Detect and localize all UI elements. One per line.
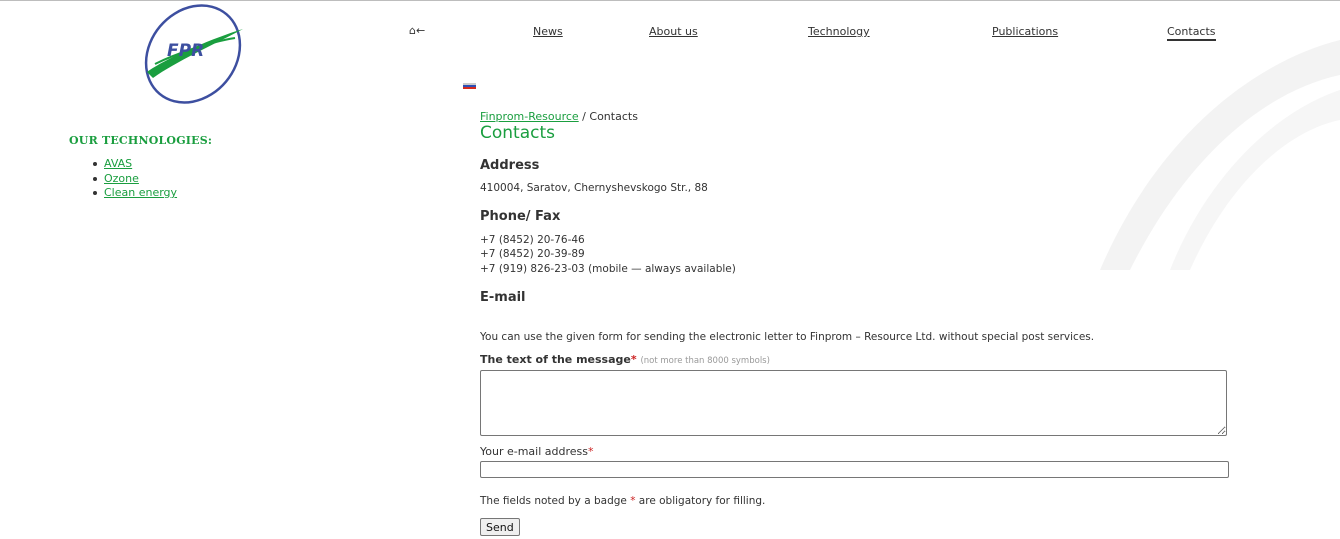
phone-line-3: +7 (919) 826-23-03 (mobile — always avai… (480, 263, 736, 275)
tech-link-ozone[interactable]: Ozone (104, 172, 139, 185)
breadcrumb: Finprom-Resource / Contacts (480, 110, 638, 123)
tech-link-avas[interactable]: AVAS (104, 157, 132, 170)
list-item: Clean energy (90, 186, 177, 201)
breadcrumb-current: Contacts (589, 110, 638, 123)
nav-publications[interactable]: Publications (992, 25, 1058, 38)
required-note: The fields noted by a badge * are obliga… (480, 494, 765, 509)
home-icon[interactable]: ⌂← (409, 24, 425, 37)
message-textarea[interactable] (480, 370, 1227, 436)
required-note-before: The fields noted by a badge (480, 495, 631, 507)
fpr-logo-icon: FPR (144, 4, 243, 104)
nav-news[interactable]: News (533, 25, 563, 38)
required-mark: * (588, 445, 594, 458)
required-note-after: are obligatory for filling. (635, 495, 766, 507)
address-heading: Address (480, 158, 540, 173)
background-swoosh (1100, 40, 1340, 270)
phone-heading: Phone/ Fax (480, 209, 561, 224)
russian-flag-icon[interactable] (463, 83, 476, 89)
phone-line-1: +7 (8452) 20-76-46 (480, 234, 585, 246)
list-item: Ozone (90, 172, 177, 187)
site-logo[interactable]: FPR (135, 4, 250, 104)
top-border (0, 0, 1340, 1)
email-input[interactable] (480, 461, 1229, 478)
breadcrumb-separator: / (578, 110, 590, 123)
form-intro: You can use the given form for sending t… (480, 331, 1095, 343)
required-mark: * (630, 353, 637, 366)
email-heading: E-mail (480, 290, 526, 305)
breadcrumb-home-link[interactable]: Finprom-Resource (480, 110, 579, 123)
nav-technology[interactable]: Technology (808, 25, 870, 38)
message-hint: (not more than 8000 symbols) (640, 356, 770, 366)
message-label-text: The text of the message (480, 353, 631, 366)
sidebar-title: OUR TECHNOLOGIES: (69, 134, 213, 147)
technologies-list: AVAS Ozone Clean energy (90, 157, 177, 201)
email-label: Your e-mail address* (480, 445, 594, 458)
tech-link-clean-energy[interactable]: Clean energy (104, 186, 177, 199)
page-title: Contacts (480, 123, 555, 143)
nav-about-us[interactable]: About us (649, 25, 698, 38)
phone-line-2: +7 (8452) 20-39-89 (480, 248, 585, 260)
logo-text: FPR (167, 41, 204, 61)
email-label-text: Your e-mail address (480, 445, 588, 458)
address-text: 410004, Saratov, Chernyshevskogo Str., 8… (480, 182, 708, 194)
list-item: AVAS (90, 157, 177, 172)
message-label: The text of the message* (not more than … (480, 353, 770, 366)
send-button[interactable]: Send (480, 518, 520, 536)
nav-contacts[interactable]: Contacts (1167, 25, 1216, 41)
